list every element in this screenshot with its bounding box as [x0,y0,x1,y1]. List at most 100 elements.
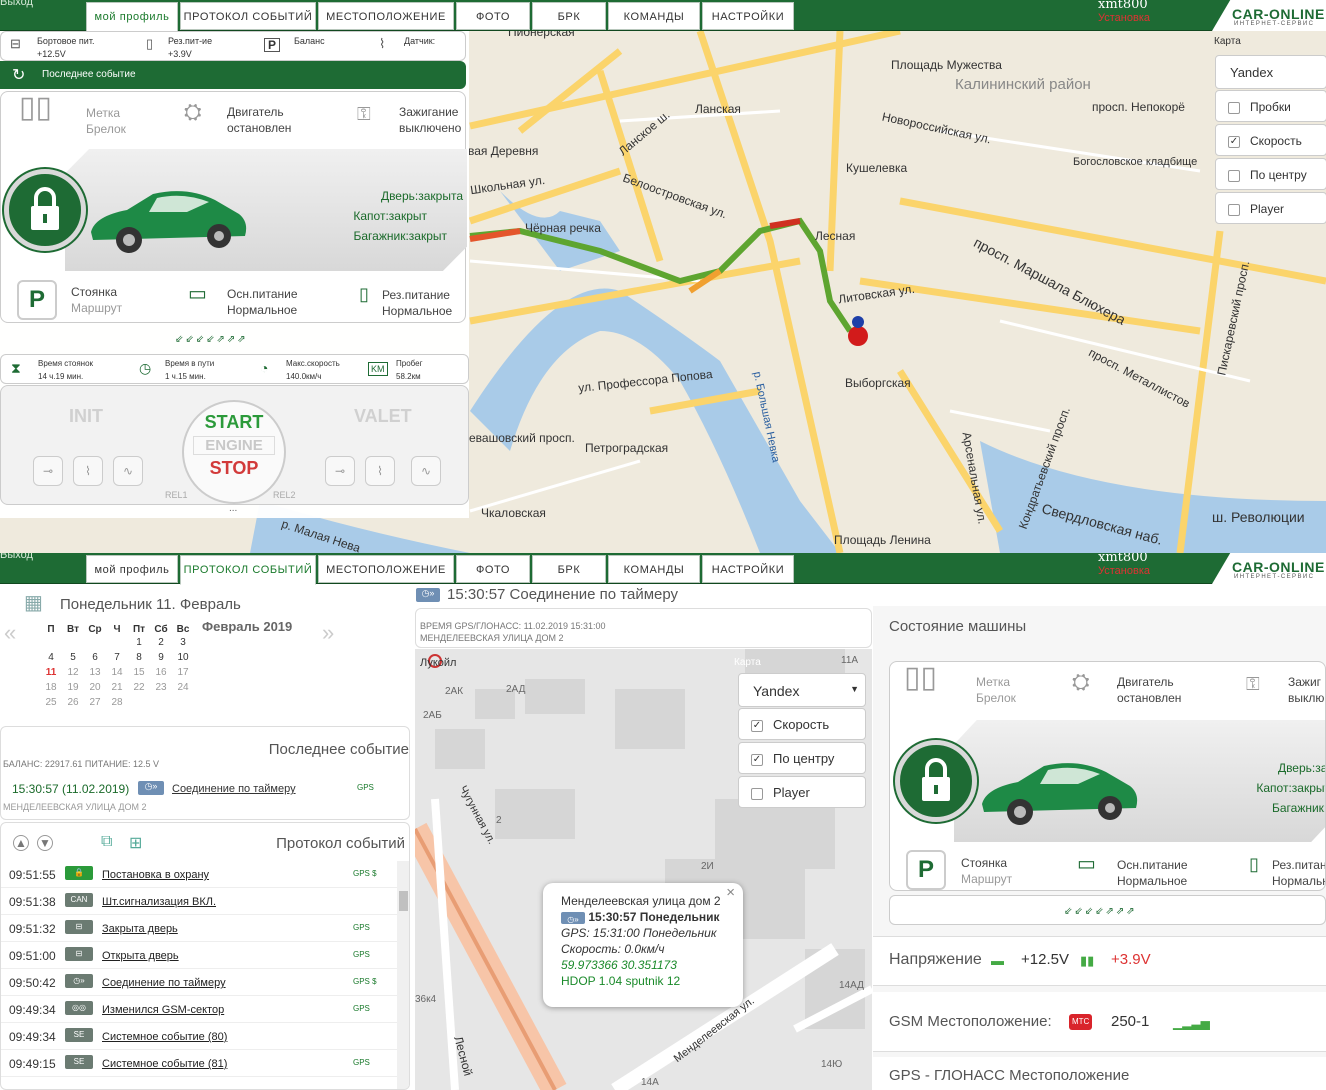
tab-location[interactable]: МЕСТОПОЛОЖЕНИЕ [318,2,454,30]
start-stop-button[interactable]: START ENGINE STOP [182,400,286,504]
move-arrows[interactable]: ⇙⇙⇙⇙⇗⇗⇗ [1064,906,1137,917]
relay-button[interactable]: ⌇ [73,456,103,486]
map-layer-select[interactable]: Yandex [1215,55,1326,89]
calendar-day[interactable]: 9 [150,650,172,665]
event-name[interactable]: Изменился GSM-сектор [102,1004,224,1016]
event-name[interactable]: Закрыта дверь [102,923,178,935]
parking-button[interactable]: P [906,850,946,890]
refresh-icon[interactable]: ↻ [12,65,25,85]
map-layer-select[interactable]: Yandex ▼ [738,673,866,707]
prev-month-icon[interactable]: « [4,620,16,646]
scrollbar[interactable] [397,861,409,1089]
calendar-day[interactable]: 25 [40,695,62,710]
event-row[interactable]: 09:49:15 SE Системное событие (81) GPS [1,1050,397,1077]
scroll-down-icon[interactable]: ▼ [37,835,53,851]
calendar-day[interactable]: 6 [84,650,106,665]
tab-commands[interactable]: КОМАНДЫ [608,2,700,30]
tab-events[interactable]: ПРОТОКОЛ СОБЫТИЙ [180,555,316,585]
scrollbar-thumb[interactable] [399,891,408,911]
map-option-speed[interactable]: ✓ Скорость [1215,124,1326,156]
checkbox-icon[interactable] [751,787,763,800]
relay-button[interactable]: ⊸ [33,456,63,486]
calendar-day[interactable]: 17 [172,665,194,680]
event-name[interactable]: Системное событие (81) [102,1058,227,1070]
checkbox-icon[interactable] [1228,203,1240,216]
checkbox-checked-icon[interactable]: ✓ [751,753,763,766]
tab-profile[interactable]: мой профиль [86,2,178,32]
calendar-day[interactable]: 1 [128,635,150,650]
tab-profile[interactable]: мой профиль [86,555,178,583]
tab-events[interactable]: ПРОТОКОЛ СОБЫТИЙ [180,2,316,30]
scroll-up-icon[interactable]: ▲ [13,835,29,851]
calendar-day[interactable]: 12 [62,665,84,680]
tab-brk[interactable]: БРК [532,2,606,30]
last-event-bar[interactable]: ↻ Последнее событие [0,61,466,89]
calendar-day[interactable]: 2 [150,635,172,650]
checkbox-checked-icon[interactable]: ✓ [751,719,763,732]
calendar-day[interactable]: 10 [172,650,194,665]
event-row[interactable]: 09:51:55 🔒 Постановка в охрану GPS $ [1,861,397,888]
event-name[interactable]: Постановка в охрану [102,869,209,881]
calendar-day[interactable]: 18 [40,680,62,695]
map-option-center[interactable]: ✓ По центру [738,742,866,774]
event-name[interactable]: Системное событие (80) [102,1031,227,1043]
event-row[interactable]: 09:51:00 ⊟ Открыта дверь GPS [1,942,397,969]
tab-settings[interactable]: НАСТРОЙКИ [702,555,794,583]
relay-button[interactable]: ⊸ [325,456,355,486]
lock-button[interactable] [4,169,86,251]
tab-settings[interactable]: НАСТРОЙКИ [702,2,794,30]
parking-button[interactable]: P [17,280,57,320]
tab-location[interactable]: МЕСТОПОЛОЖЕНИЕ [318,555,454,583]
last-event-name[interactable]: Соединение по таймеру [172,783,296,795]
calendar-day[interactable]: 5 [62,650,84,665]
route-label[interactable]: Маршрут [71,300,122,316]
calendar-day[interactable]: 22 [128,680,150,695]
filter-icon[interactable]: ⊞ [129,833,142,853]
checkbox-checked-icon[interactable]: ✓ [1228,135,1240,148]
move-arrows[interactable]: ⇙⇙⇙⇙⇗⇗⇗ [175,334,248,345]
calendar-day[interactable]: 21 [106,680,128,695]
calendar-day[interactable]: 15 [128,665,150,680]
tab-commands[interactable]: КОМАНДЫ [608,555,700,583]
calendar-day[interactable]: 11 [40,665,62,680]
calendar-day[interactable]: 27 [84,695,106,710]
calendar-day[interactable]: 19 [62,680,84,695]
map-option-player[interactable]: Player [738,776,866,808]
event-row[interactable]: 09:50:42 ◷» Соединение по таймеру GPS $ [1,969,397,996]
relay-button[interactable]: ∿ [411,456,441,486]
event-row[interactable]: 09:51:38 CAN Шт.сигнализация ВКЛ. [1,888,397,915]
valet-button[interactable]: VALET [354,406,412,427]
calendar-day[interactable]: 20 [84,680,106,695]
calendar-day[interactable]: 3 [172,635,194,650]
map-option-traffic[interactable]: Пробки [1215,90,1326,122]
tab-photo[interactable]: ФОТО [456,2,530,30]
bottom-map[interactable]: Лукойл 2АК 2АД 2АБ 11А Чугунная ул. 2 2И… [415,649,872,1090]
tab-photo[interactable]: ФОТО [456,555,530,583]
calendar-day[interactable]: 4 [40,650,62,665]
relay-button[interactable]: ∿ [113,456,143,486]
calendar-day[interactable]: 28 [106,695,128,710]
exit-link[interactable]: Выход [0,0,33,8]
calendar-day[interactable]: 8 [128,650,150,665]
calendar-day[interactable]: 26 [62,695,84,710]
tab-brk[interactable]: БРК [532,555,606,583]
next-month-icon[interactable]: » [322,620,334,646]
checkbox-icon[interactable] [1228,169,1240,182]
calendar-day[interactable]: 13 [84,665,106,680]
exit-link[interactable]: Выход [0,553,33,561]
close-icon[interactable]: × [726,885,735,901]
calendar-day[interactable]: 16 [150,665,172,680]
calendar-day[interactable]: 24 [172,680,194,695]
relay-button[interactable]: ⌇ [365,456,395,486]
init-button[interactable]: INIT [69,406,103,427]
map-option-player[interactable]: Player [1215,192,1326,224]
lock-button[interactable] [895,740,977,822]
event-row[interactable]: 09:49:34 SE Системное событие (80) [1,1023,397,1050]
export-icon[interactable]: ⧉ [101,833,112,851]
event-name[interactable]: Соединение по таймеру [102,977,226,989]
map-option-speed[interactable]: ✓ Скорость [738,708,866,740]
more-button[interactable]: ... [229,503,237,514]
map-option-center[interactable]: По центру [1215,158,1326,190]
checkbox-icon[interactable] [1228,101,1240,114]
event-name[interactable]: Шт.сигнализация ВКЛ. [102,896,216,908]
